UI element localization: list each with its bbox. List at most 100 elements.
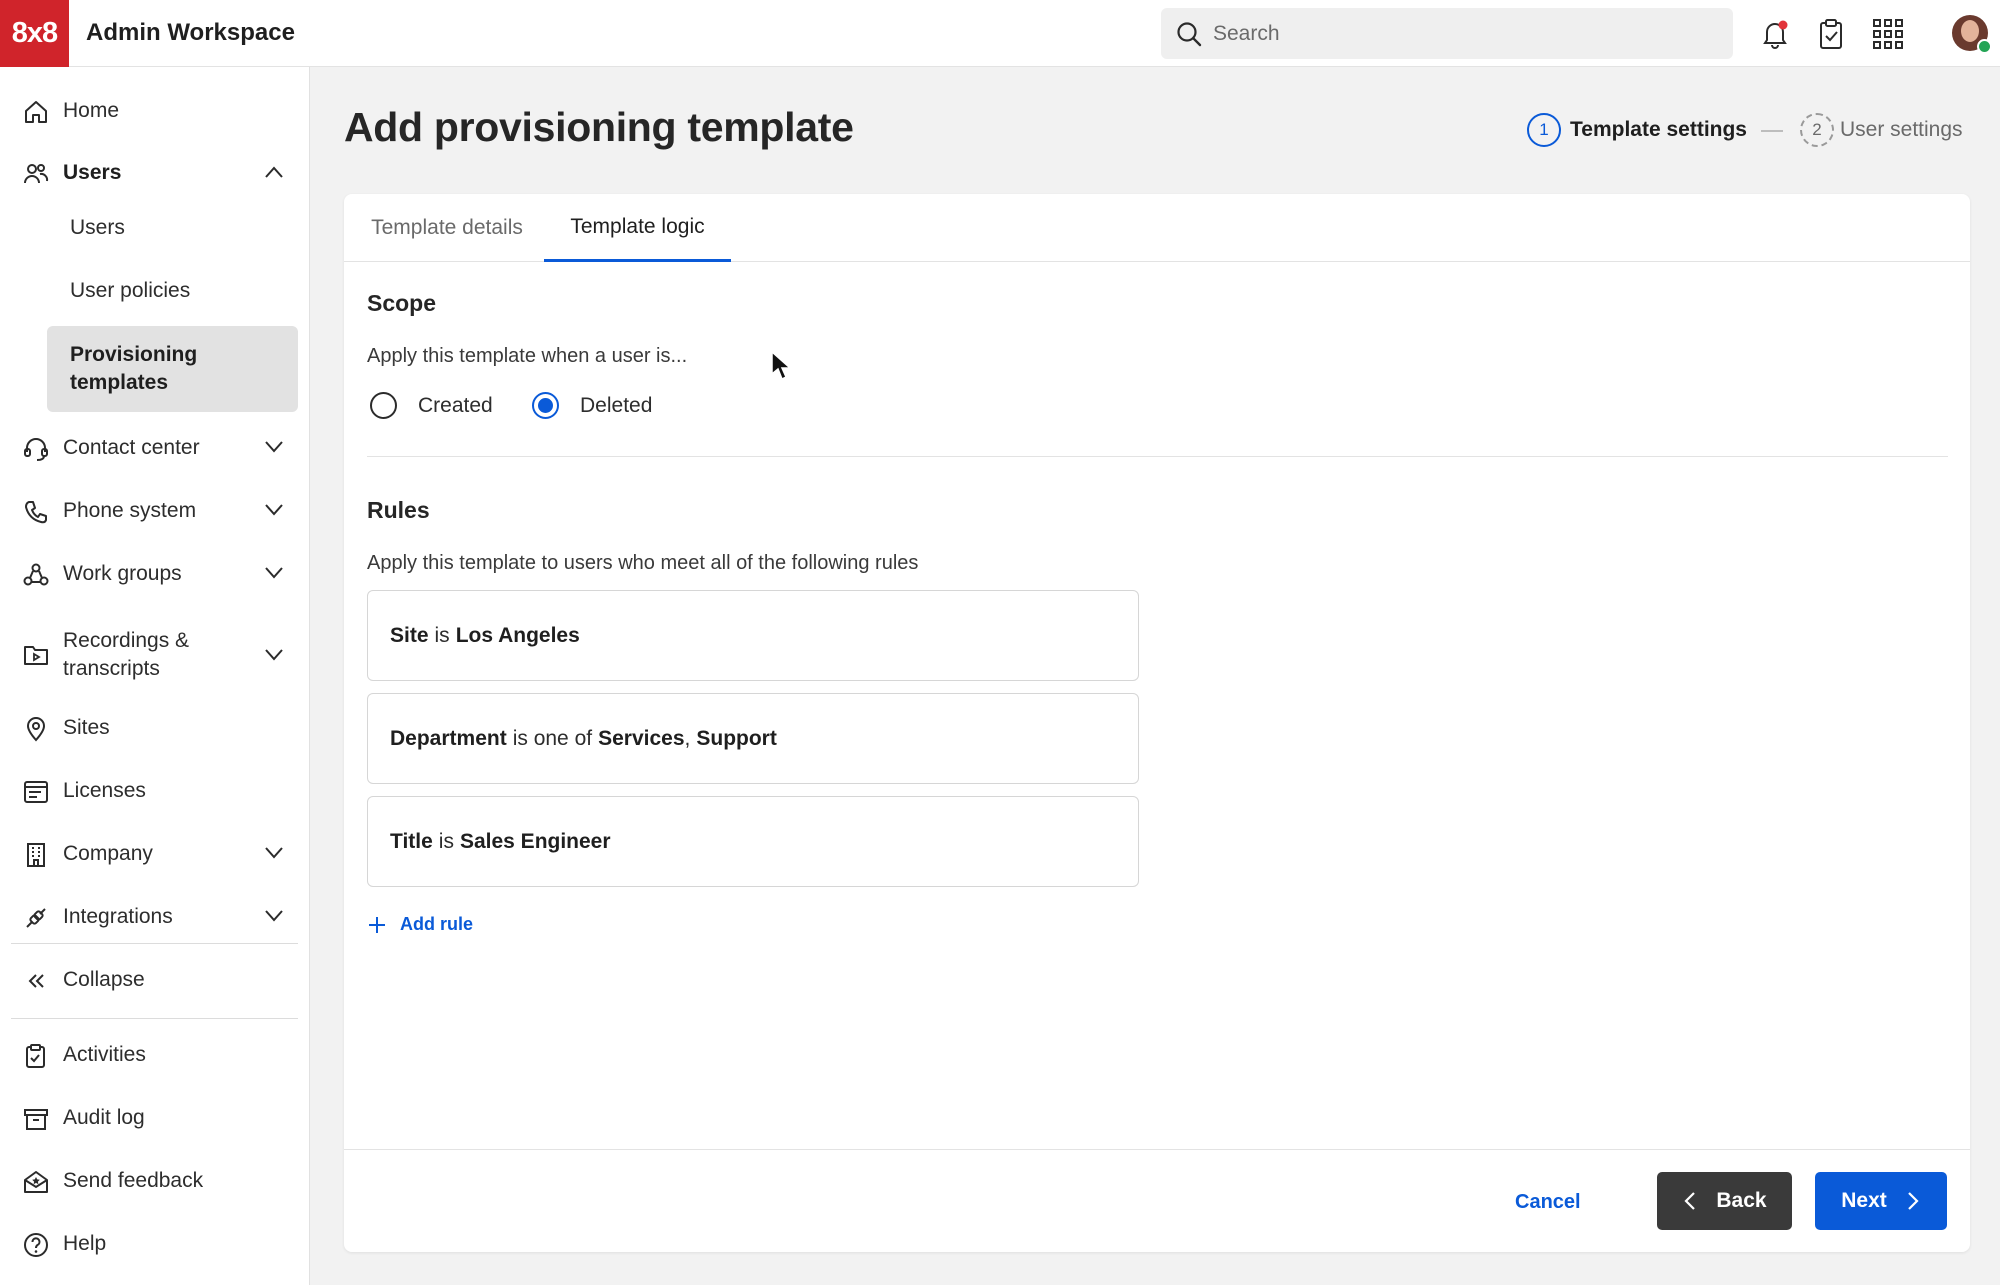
feedback-icon <box>24 1171 48 1193</box>
licenses-icon <box>24 781 48 803</box>
sidebar-subitem-provisioning-templates[interactable]: Provisioning templates <box>47 326 298 412</box>
bell-icon <box>1763 20 1788 49</box>
template-card: Template details Template logic Scope Ap… <box>344 194 1970 1252</box>
chevron-down-icon <box>265 441 283 453</box>
user-avatar[interactable] <box>1952 15 1992 54</box>
sidebar-item-label: Licenses <box>63 779 146 802</box>
step-1-indicator: 1 <box>1527 113 1561 147</box>
home-icon <box>25 101 47 123</box>
app-launcher-button[interactable] <box>1868 14 1908 54</box>
sidebar-item-label: Phone system <box>63 499 197 522</box>
tasks-button[interactable] <box>1811 14 1851 54</box>
rule-item[interactable]: Department is one of Services, Support <box>367 693 1139 784</box>
rule-operator: is <box>438 829 454 853</box>
building-icon <box>27 843 45 867</box>
sidebar-item-phone-system[interactable]: Phone system <box>11 487 298 535</box>
radio-created-label[interactable]: Created <box>418 394 493 418</box>
sidebar-item-label: Contact center <box>63 436 200 459</box>
app-title: Admin Workspace <box>86 19 295 46</box>
sidebar-item-label: Home <box>63 99 120 122</box>
search-input[interactable]: Search <box>1161 8 1733 59</box>
integrations-icon <box>26 908 46 928</box>
sidebar-divider <box>11 1018 298 1019</box>
rule-operator: is <box>434 623 450 647</box>
add-rule-button[interactable]: Add rule <box>367 914 473 935</box>
double-chevron-left-icon <box>28 974 44 988</box>
chevron-left-icon <box>1684 1192 1696 1210</box>
next-label: Next <box>1841 1189 1887 1212</box>
radio-deleted[interactable] <box>532 392 559 419</box>
chevron-down-icon <box>265 567 283 579</box>
sidebar-item-label: Provisioning templates <box>70 343 198 394</box>
sidebar-item-help[interactable]: Help <box>11 1220 298 1268</box>
tab-template-logic[interactable]: Template logic <box>544 194 731 262</box>
sidebar-item-activities[interactable]: Activities <box>11 1031 298 1079</box>
location-pin-icon <box>26 717 46 742</box>
chevron-right-icon <box>1907 1192 1919 1210</box>
sidebar-item-home[interactable]: Home <box>11 87 298 135</box>
logo-8x8[interactable]: 8x8 <box>0 0 69 67</box>
activities-icon <box>26 1044 45 1068</box>
top-bar: 8x8 Admin Workspace Search <box>0 0 2000 67</box>
sidebar-item-work-groups[interactable]: Work groups <box>11 550 298 598</box>
section-divider <box>367 456 1948 457</box>
sidebar-item-label: Audit log <box>63 1106 145 1129</box>
tab-template-details[interactable]: Template details <box>367 194 527 262</box>
sidebar-item-recordings[interactable]: Recordings & transcripts <box>11 617 298 693</box>
scope-title: Scope <box>367 290 437 316</box>
chevron-up-icon <box>265 166 283 178</box>
chevron-down-icon <box>265 847 283 859</box>
sidebar-item-licenses[interactable]: Licenses <box>11 767 298 815</box>
sidebar-item-send-feedback[interactable]: Send feedback <box>11 1157 298 1205</box>
sidebar-item-company[interactable]: Company <box>11 830 298 878</box>
rule-operator: is one of <box>512 726 593 750</box>
users-icon <box>24 164 49 184</box>
sidebar-item-label: Help <box>63 1232 107 1255</box>
sidebar-item-label: Sites <box>63 716 110 739</box>
rule-item[interactable]: Title is Sales Engineer <box>367 796 1139 887</box>
sidebar-divider <box>11 943 298 944</box>
archive-icon <box>24 1109 48 1130</box>
card-footer: Cancel Back Next <box>344 1149 1970 1252</box>
sidebar-subitem-users[interactable]: Users <box>47 206 298 250</box>
radio-deleted-label[interactable]: Deleted <box>580 394 652 418</box>
rules-description: Apply this template to users who meet al… <box>367 552 919 574</box>
headset-icon <box>24 438 48 461</box>
cancel-button[interactable]: Cancel <box>1515 1191 1581 1214</box>
next-button[interactable]: Next <box>1815 1172 1947 1230</box>
rules-title: Rules <box>367 497 430 523</box>
collapse-sidebar-button[interactable]: Collapse <box>11 956 298 1004</box>
tab-bar: Template details Template logic <box>344 194 1970 262</box>
phone-icon <box>25 501 47 524</box>
sidebar-item-label: Activities <box>63 1043 146 1066</box>
step-1-label: Template settings <box>1570 118 1747 141</box>
add-rule-label: Add rule <box>400 914 474 934</box>
sidebar-item-label: Users <box>63 161 122 184</box>
recordings-icon <box>24 646 48 665</box>
notifications-button[interactable] <box>1755 14 1795 54</box>
rule-value: Support <box>696 726 777 750</box>
back-button[interactable]: Back <box>1657 1172 1792 1230</box>
sidebar-item-contact-center[interactable]: Contact center <box>11 424 298 472</box>
sidebar-item-users[interactable]: Users <box>11 149 298 197</box>
sidebar-item-integrations[interactable]: Integrations <box>11 893 298 941</box>
rule-field: Department <box>390 726 507 750</box>
step-separator <box>1761 130 1783 132</box>
rule-item[interactable]: Site is Los Angeles <box>367 590 1139 681</box>
sidebar-subitem-user-policies[interactable]: User policies <box>47 269 298 313</box>
scope-description: Apply this template when a user is... <box>367 345 688 367</box>
sidebar-item-audit-log[interactable]: Audit log <box>11 1094 298 1142</box>
sidebar-item-label: User policies <box>70 279 191 302</box>
step-2-label: User settings <box>1840 118 1963 141</box>
radio-created[interactable] <box>370 392 397 419</box>
step-2-indicator: 2 <box>1800 113 1834 147</box>
sidebar-item-label: Integrations <box>63 905 173 928</box>
sidebar-item-sites[interactable]: Sites <box>11 704 298 752</box>
help-icon <box>24 1233 48 1257</box>
chevron-down-icon <box>265 504 283 516</box>
plus-icon <box>369 916 385 933</box>
online-status-badge <box>1977 39 1992 54</box>
mouse-cursor-icon <box>771 350 792 381</box>
collapse-label: Collapse <box>63 968 145 991</box>
chevron-down-icon <box>265 910 283 922</box>
